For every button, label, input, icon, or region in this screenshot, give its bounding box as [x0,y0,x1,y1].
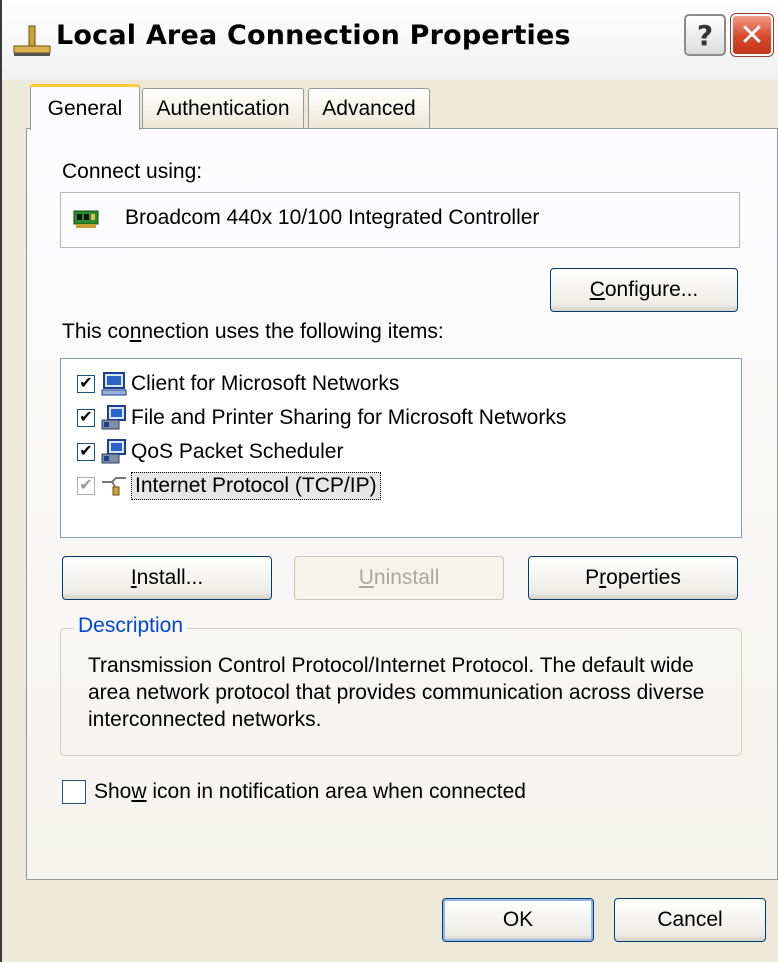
configure-button[interactable]: Configure... [550,268,738,312]
item-label: File and Printer Sharing for Microsoft N… [131,406,567,429]
network-protocol-icon [102,477,126,496]
network-connection-icon [13,25,51,56]
adapter-field: Broadcom 440x 10/100 Integrated Controll… [60,192,740,248]
list-item[interactable]: ✔ Client for Microsoft Networks [77,367,399,401]
list-item[interactable]: ✔ QoS Packet Scheduler [77,435,343,469]
network-service-icon [101,405,126,430]
network-client-icon [101,372,127,396]
properties-button[interactable]: Pr operties [528,556,738,600]
item-checkbox[interactable]: ✔ [77,375,95,393]
tab-general[interactable]: General [30,84,140,130]
list-item-selected[interactable]: ✔ Internet Protocol (TCP/IP) [77,469,381,503]
connect-using-label: Connect using: [62,160,203,183]
help-button[interactable]: ? [684,14,726,56]
adapter-name: Broadcom 440x 10/100 Integrated Controll… [125,206,540,229]
description-title: Description [74,614,188,638]
close-button[interactable]: ✕ [730,13,774,57]
network-service-icon [101,439,126,464]
components-list[interactable]: ✔ Client for Microsoft Networks ✔ File a… [60,358,742,538]
install-button[interactable]: Install... [62,556,272,600]
show-icon-label: Show icon in notification area when conn… [94,780,526,803]
uninstall-button[interactable]: Uninstall [294,556,504,600]
item-checkbox[interactable]: ✔ [77,477,95,495]
cancel-button[interactable]: Cancel [614,898,766,942]
tab-advanced[interactable]: Advanced [308,88,430,128]
ok-button[interactable]: OK [442,898,594,942]
title-bar[interactable]: Local Area Connection Properties ? ✕ [2,0,778,80]
window-title: Local Area Connection Properties [56,20,571,51]
item-label: Client for Microsoft Networks [131,372,400,395]
item-label: QoS Packet Scheduler [131,440,344,463]
show-icon-checkbox[interactable] [62,780,86,804]
tab-authentication[interactable]: Authentication [142,88,304,128]
item-checkbox[interactable]: ✔ [77,409,95,427]
items-label: This connection uses the following items… [62,320,444,343]
list-item[interactable]: ✔ File and Printer Sharing for Microsoft… [77,401,566,435]
network-adapter-icon [73,210,99,228]
item-checkbox[interactable]: ✔ [77,443,95,461]
show-icon-option[interactable]: Show icon in notification area when conn… [62,780,526,804]
configure-label: onfigure... [604,278,699,301]
item-label: Internet Protocol (TCP/IP) [131,472,381,500]
properties-dialog: Local Area Connection Properties ? ✕ Gen… [0,0,778,962]
description-text: Transmission Control Protocol/Internet P… [88,654,705,731]
configure-access-key: C [589,278,605,301]
